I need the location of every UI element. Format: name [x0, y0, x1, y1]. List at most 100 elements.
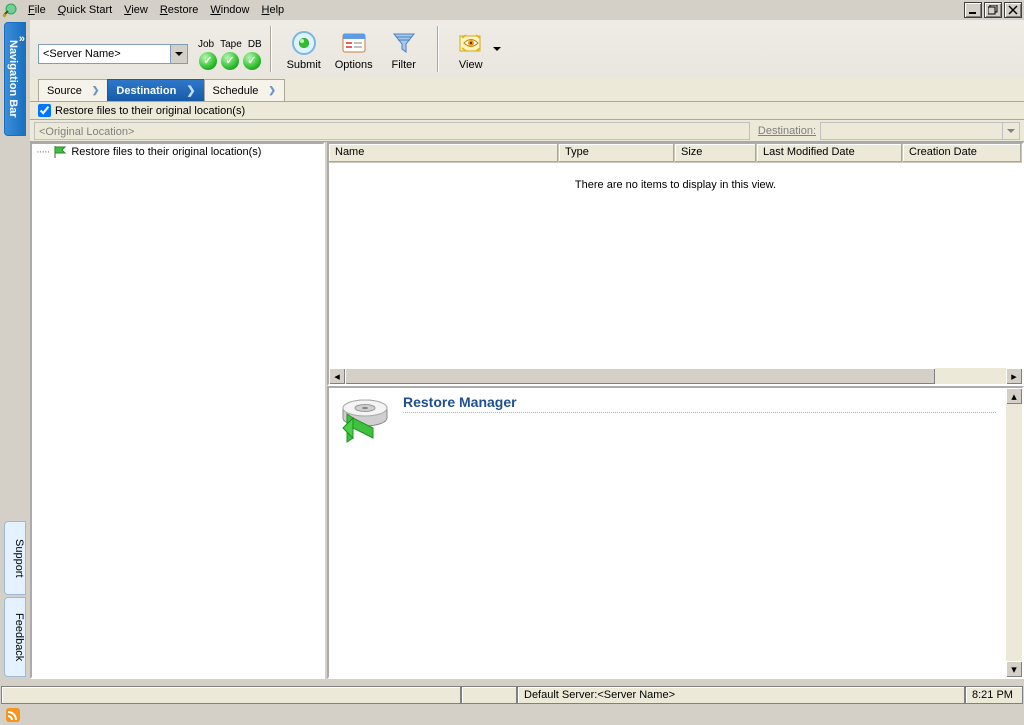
restore-manager-title: Restore Manager — [403, 394, 996, 413]
view-dropdown-button[interactable] — [492, 47, 502, 51]
status-bar: Default Server:<Server Name> 8:21 PM — [0, 685, 1024, 705]
tab-row: Source ❯ Destination ❯ Schedule ❯ — [30, 78, 1024, 102]
info-pane: Restore Manager ▴ ▾ — [327, 386, 1024, 679]
menu-quick-start[interactable]: Quick Start — [52, 2, 118, 18]
chevron-down-icon — [493, 47, 501, 51]
status-led-job[interactable] — [199, 52, 217, 70]
filter-button[interactable]: Filter — [379, 21, 429, 77]
chevron-down-icon — [1007, 129, 1015, 133]
chevron-down-icon — [175, 52, 183, 56]
app-icon — [2, 2, 18, 18]
view-icon — [457, 29, 485, 57]
scroll-track[interactable] — [935, 368, 1006, 384]
toolbar-separator — [437, 26, 438, 72]
submit-icon — [290, 29, 318, 57]
status-cell-empty-2 — [461, 686, 517, 704]
chevron-right-icon: ❯ — [268, 85, 276, 96]
menu-view[interactable]: View — [118, 2, 154, 18]
scroll-up-button[interactable]: ▴ — [1006, 388, 1022, 404]
destination-label: Destination: — [754, 125, 820, 137]
options-icon — [340, 29, 368, 57]
rss-icon[interactable] — [6, 708, 20, 722]
server-name-group: <Server Name> — [38, 20, 188, 78]
tab-label: Source — [47, 85, 82, 97]
scroll-thumb[interactable] — [345, 368, 935, 384]
vtab-navigation-bar[interactable]: » Navigation Bar — [4, 22, 26, 136]
vtab-feedback[interactable]: Feedback — [4, 597, 26, 677]
column-header-creation-date[interactable]: Creation Date — [903, 144, 1022, 162]
window-controls — [962, 2, 1022, 18]
status-led-tape[interactable] — [221, 52, 239, 70]
view-button[interactable]: View — [446, 21, 496, 77]
scroll-left-button[interactable]: ◂ — [329, 368, 345, 384]
menu-restore[interactable]: Restore — [154, 2, 205, 18]
restore-original-checkbox[interactable] — [38, 104, 51, 117]
close-button[interactable] — [1004, 2, 1022, 18]
restore-original-label: Restore files to their original location… — [55, 105, 245, 117]
horizontal-scrollbar[interactable]: ◂ ▸ — [329, 368, 1022, 384]
submit-label: Submit — [287, 59, 321, 71]
column-header-type[interactable]: Type — [559, 144, 675, 162]
led-label-job: Job — [198, 39, 214, 50]
status-indicator-group: Job Tape DB — [198, 29, 262, 70]
server-name-dropdown-button[interactable] — [170, 45, 187, 63]
vertical-scrollbar[interactable]: ▴ ▾ — [1006, 388, 1022, 677]
minimize-button[interactable] — [964, 2, 982, 18]
rss-bar — [0, 705, 1024, 725]
tree-pane[interactable]: ····· Restore files to their original lo… — [30, 142, 325, 679]
status-default-server: Default Server:<Server Name> — [517, 686, 965, 704]
chevron-down-icon: ❯ — [186, 84, 195, 97]
scroll-track[interactable] — [1006, 404, 1022, 661]
led-label-tape: Tape — [220, 39, 242, 50]
destination-combo[interactable] — [820, 122, 1020, 140]
column-header-last-modified[interactable]: Last Modified Date — [757, 144, 903, 162]
server-name-value: <Server Name> — [39, 48, 170, 60]
flag-icon — [53, 146, 67, 158]
tree-root-label: Restore files to their original location… — [71, 146, 261, 158]
list-header: Name Type Size Last Modified Date Creati… — [329, 144, 1022, 163]
vtab-label: Navigation Bar — [7, 40, 19, 118]
filter-label: Filter — [391, 59, 415, 71]
options-label: Options — [335, 59, 373, 71]
vtab-support[interactable]: Support — [4, 521, 26, 595]
location-row: <Original Location> Destination: — [30, 120, 1024, 142]
tree-root-node[interactable]: ····· Restore files to their original lo… — [32, 144, 323, 160]
menu-window[interactable]: Window — [204, 2, 255, 18]
empty-list-text: There are no items to display in this vi… — [575, 179, 776, 191]
menubar: File Quick Start View Restore Window Hel… — [0, 0, 1024, 20]
column-header-size[interactable]: Size — [675, 144, 757, 162]
info-body: Restore Manager — [329, 388, 1006, 677]
status-led-db[interactable] — [243, 52, 261, 70]
list-pane: Name Type Size Last Modified Date Creati… — [327, 142, 1024, 386]
tab-schedule[interactable]: Schedule ❯ — [204, 79, 285, 101]
menu-file[interactable]: File — [22, 2, 52, 18]
column-header-name[interactable]: Name — [329, 144, 559, 162]
tab-destination[interactable]: Destination ❯ — [107, 79, 204, 101]
menu-help[interactable]: Help — [256, 2, 291, 18]
restore-original-row: Restore files to their original location… — [30, 102, 1024, 120]
vtab-label: Feedback — [13, 613, 25, 661]
status-cell-empty-1 — [1, 686, 461, 704]
chevron-right-icon: ❯ — [92, 85, 100, 96]
filter-icon — [390, 29, 418, 57]
tab-source[interactable]: Source ❯ — [38, 79, 108, 101]
toolbar-separator — [270, 26, 271, 72]
chevron-right-icon: » — [19, 33, 25, 45]
restore-button[interactable] — [984, 2, 1002, 18]
restore-manager-icon — [339, 394, 395, 449]
list-body: There are no items to display in this vi… — [329, 163, 1022, 368]
tree-connector: ····· — [36, 146, 49, 158]
tab-label: Schedule — [213, 85, 259, 97]
server-name-combo[interactable]: <Server Name> — [38, 44, 188, 64]
scroll-right-button[interactable]: ▸ — [1006, 368, 1022, 384]
options-button[interactable]: Options — [329, 21, 379, 77]
scroll-down-button[interactable]: ▾ — [1006, 661, 1022, 677]
toolbar: <Server Name> Job Tape DB Submit — [30, 20, 1024, 79]
vtab-label: Support — [13, 539, 25, 578]
view-label: View — [459, 59, 483, 71]
destination-dropdown-button[interactable] — [1002, 123, 1019, 139]
vertical-tab-strip: » Navigation Bar Support Feedback — [0, 20, 30, 679]
status-time: 8:21 PM — [965, 686, 1023, 704]
submit-button[interactable]: Submit — [279, 21, 329, 77]
content-area: ····· Restore files to their original lo… — [30, 142, 1024, 679]
